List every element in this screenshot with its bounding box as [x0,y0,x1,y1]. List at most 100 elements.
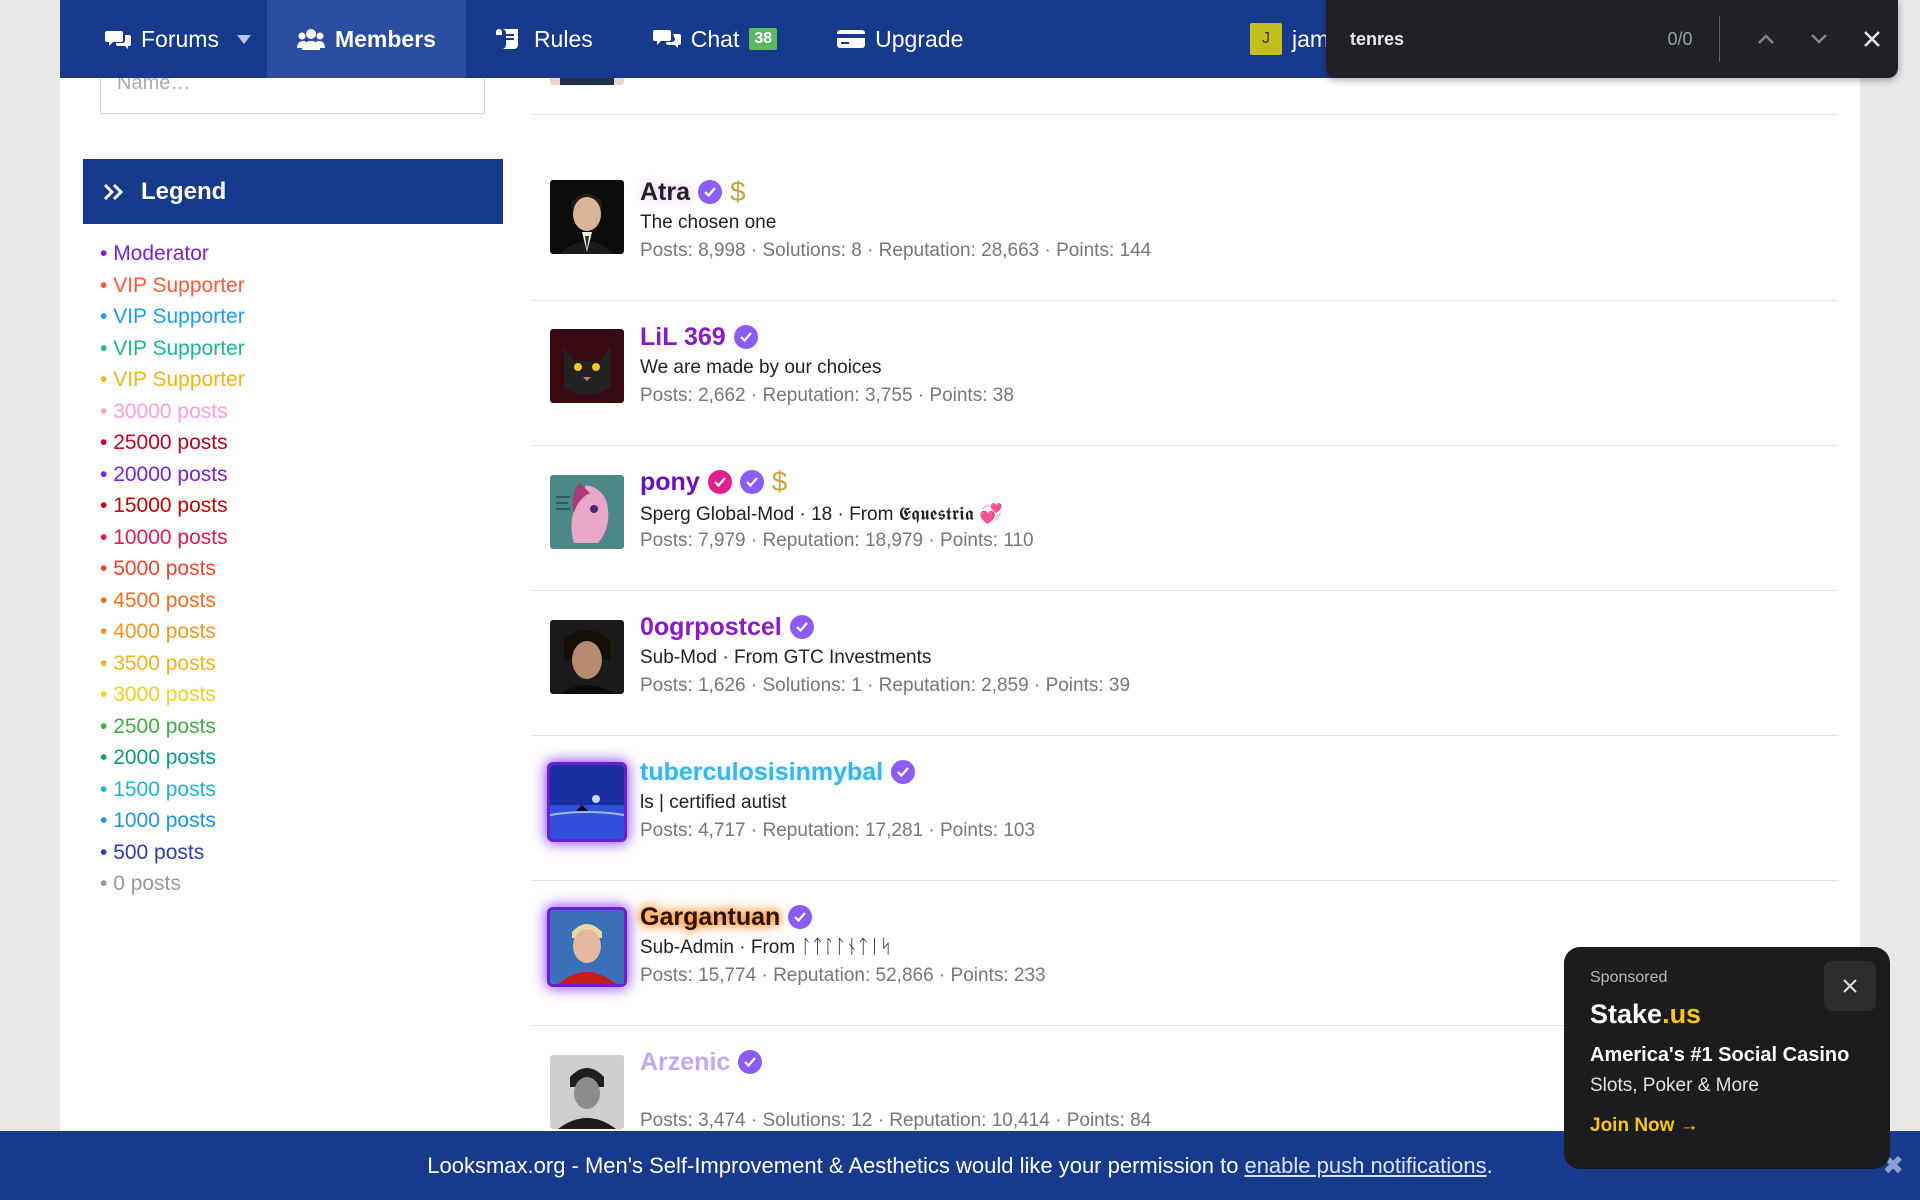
ad-join-link[interactable]: Join Now → [1590,1115,1864,1137]
member-username[interactable]: Gargantuan [640,903,780,932]
nav-forums-label: Forums [141,25,219,52]
member-title: ls | certified autist [640,792,787,813]
legend-item-label: Moderator [113,242,209,265]
legend-item: • VIP Supporter [100,305,245,328]
dollar-sign-icon: $ [730,176,746,207]
member-stats: Posts: 1,626 · Solutions: 1 · Reputation… [640,675,1131,696]
chat-icon [652,30,681,48]
legend-item: • 10000 posts [100,525,228,549]
member-username[interactable]: pony [640,468,700,497]
member-name-row: LiL 369 [640,321,1014,353]
nav-forums[interactable]: Forums [60,0,233,78]
verified-badge-icon [891,760,916,784]
legend-item-label: 20000 posts [113,462,228,486]
legend-item: • 30000 posts [100,399,228,423]
banner-text: Looksmax.org - Men's Self-Improvement & … [427,1152,1239,1178]
verified-badge-icon [789,615,814,639]
user-avatar: J [1250,23,1282,55]
member-info: Atra $ The chosen one Posts: 8,998 · Soluti… [640,176,1151,262]
member-name-row: tuberculosisinmybal [640,756,1035,788]
ad-subline: Slots, Poker & More [1590,1075,1759,1096]
legend-item-label: 1000 posts [113,809,216,832]
legend-item-label: 500 posts [113,840,205,864]
avatar-image [550,475,624,549]
legend-item-label: VIP Supporter [113,336,245,360]
member-username[interactable]: Arzenic [640,1048,730,1077]
legend-item: • 25000 posts [100,431,228,454]
find-close-button[interactable] [1845,24,1898,55]
find-next-button[interactable] [1792,28,1845,51]
legend-item: • 15000 posts [100,494,228,517]
avatar-image [550,329,624,403]
member-name-row: 0ogrpostcel [640,611,1130,643]
enable-push-notifications-link[interactable]: enable push notifications [1244,1153,1486,1179]
avatar-image [550,910,624,984]
legend-item-label: 3000 posts [113,683,216,706]
forums-dropdown-toggle[interactable] [233,0,267,78]
legend-item-label: 2500 posts [113,714,216,738]
nav-rules[interactable]: Rules [466,0,623,78]
member-info: pony $ Sperg Global-Mod · 18 · From 𝕰𝖖𝖚𝖊𝖘𝖙… [640,466,1034,552]
double-chevron-right-icon [103,183,124,200]
find-input[interactable]: tenres [1350,29,1634,50]
sponsored-ad[interactable]: Sponsored Stake.us America's #1 Social C… [1564,947,1890,1169]
member-avatar[interactable] [550,475,624,549]
avatar-image [550,1055,624,1129]
legend-item-label: 3500 posts [113,651,216,675]
nav-chat[interactable]: Chat 38 [623,0,807,78]
legend-list: • Moderator • VIP Supporter • VIP Supporte… [100,240,245,902]
verified-badge-icon [739,470,764,494]
member-title: Sub-Admin · From ᛚᛏᛚᛚᚾᛏᛁᛋ [640,937,892,958]
find-match-count: 0/0 [1667,28,1693,49]
member-stats: Posts: 7,979 · Reputation: 18,979 · Poin… [640,530,1034,551]
member-avatar[interactable] [550,1055,624,1129]
member-username[interactable]: LiL 369 [640,323,726,352]
member-avatar[interactable] [550,765,624,839]
legend-item: • 5000 posts [100,557,216,580]
member-stats: Posts: 8,998 · Solutions: 8 · Reputation… [640,240,1152,261]
ad-sponsored-label: Sponsored [1590,969,1668,986]
chat-count-badge: 38 [749,28,778,50]
member-avatar[interactable] [550,180,624,254]
member-avatar[interactable] [550,620,624,694]
member-stats: Posts: 4,717 · Reputation: 17,281 · Poin… [640,820,1036,841]
member-username[interactable]: Atra [640,178,690,207]
ad-brand-tld: .us [1662,999,1702,1029]
legend-item: • 500 posts [100,840,205,864]
close-icon [1863,30,1880,47]
legend-item-label: 25000 posts [113,431,228,454]
legend-item-label: 15000 posts [113,494,228,517]
banner-suffix: . [1486,1152,1493,1178]
legend-item: • VIP Supporter [100,368,245,391]
legend-item-label: 30000 posts [113,399,228,423]
verified-badge-icon [698,180,723,204]
staff-badge-icon [707,470,732,494]
member-username[interactable]: 0ogrpostcel [640,613,782,642]
member-title: The chosen one [640,212,777,233]
member-username[interactable]: tuberculosisinmybal [640,758,883,787]
legend-item-label: 0 posts [113,872,181,895]
legend-item: • 1500 posts [100,777,216,801]
nav-members[interactable]: Members [266,0,466,78]
verified-badge-icon [788,905,813,929]
legend-item: • 3500 posts [100,651,216,675]
member-avatar[interactable] [550,329,624,403]
member-name-row: Arzenic [640,1046,1151,1078]
legend-item: • 3000 posts [100,683,216,706]
member-title [640,1082,1151,1108]
find-previous-button[interactable] [1739,28,1792,51]
nav-upgrade[interactable]: Upgrade [807,0,993,78]
member-info: Gargantuan Sub-Admin · From ᛚᛏᛚᛚᚾᛏᛁᛋ Posts… [640,901,1046,987]
member-avatar[interactable] [550,910,624,984]
ad-brand: Stake.us [1590,999,1864,1030]
legend-item: • 1000 posts [100,809,216,832]
member-name-row: Atra $ [640,176,1151,208]
nav-chat-label: Chat [690,25,740,52]
member-stats: Posts: 2,662 · Reputation: 3,755 · Point… [640,385,1014,406]
legend-item-label: VIP Supporter [113,305,245,328]
legend-item-label: 2000 posts [113,746,216,769]
nav-rules-label: Rules [533,25,593,52]
ad-close-button[interactable] [1824,961,1876,1011]
user-menu[interactable]: J jam [1250,0,1329,78]
member-row: pony $ Sperg Global-Mod · 18 · From 𝕰𝖖𝖚𝖊𝖘𝖙… [532,446,1838,591]
